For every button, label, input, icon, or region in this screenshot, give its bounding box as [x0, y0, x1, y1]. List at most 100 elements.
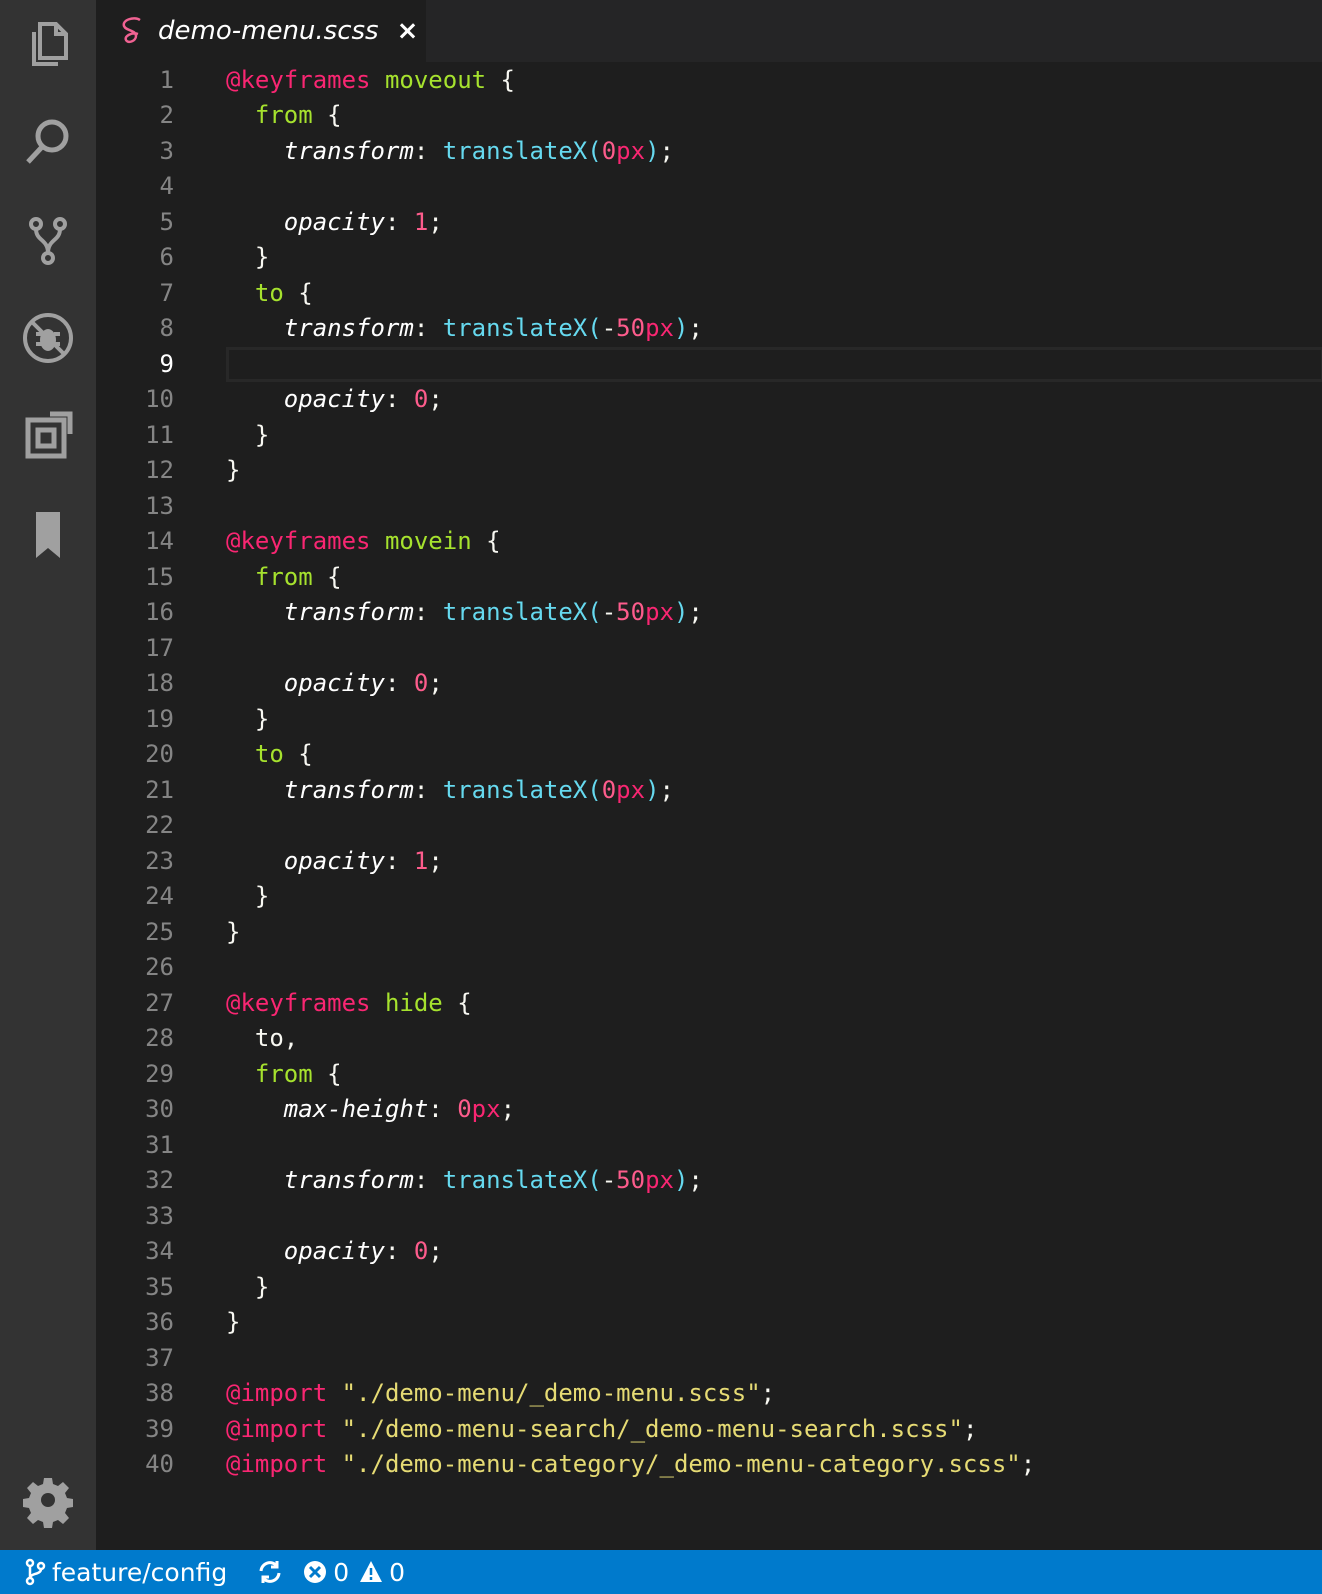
- code-line: @keyframes moveout {: [226, 63, 515, 99]
- code-token: opacity: [283, 669, 385, 697]
- code-token: transform: [283, 598, 414, 626]
- tab-title: demo-menu.scss: [158, 16, 379, 46]
- debug-icon[interactable]: [18, 308, 78, 368]
- code-token: @import: [226, 1379, 328, 1407]
- code-token: 0: [457, 1095, 472, 1123]
- line-number: 26: [145, 953, 174, 981]
- code-token: hide: [384, 988, 443, 1017]
- code-token: :: [413, 598, 443, 626]
- editor-tab[interactable]: demo-menu.scss ×: [96, 0, 426, 62]
- bookmark-icon[interactable]: [18, 504, 78, 564]
- line-number: 23: [145, 846, 174, 875]
- code-token: ;: [962, 1414, 978, 1443]
- code-line: }: [226, 418, 269, 454]
- code-token: :: [384, 385, 414, 413]
- source-control-icon[interactable]: [18, 210, 78, 270]
- line-number: 4: [159, 172, 174, 200]
- code-line: }: [226, 240, 269, 276]
- code-token: }: [226, 243, 270, 271]
- line-number: 21: [145, 775, 174, 804]
- code-token: to: [254, 278, 284, 307]
- gear-icon[interactable]: [18, 1470, 78, 1530]
- code-token: :: [384, 846, 414, 875]
- code-token: ;: [688, 598, 703, 626]
- code-token: to,: [226, 1024, 299, 1052]
- code-token: px: [471, 1095, 501, 1123]
- code-token: "./demo-menu-category/_demo-menu-categor…: [341, 1450, 1021, 1478]
- warning-icon: [360, 1561, 383, 1582]
- code-token: ;: [1020, 1450, 1036, 1478]
- code-token: translateX(: [442, 1166, 602, 1194]
- line-number: 22: [145, 811, 174, 839]
- files-icon[interactable]: [18, 14, 78, 74]
- code-token: ;: [428, 669, 443, 697]
- line-number: 14: [145, 527, 174, 555]
- code-token: @import: [226, 1414, 328, 1443]
- code-token: "./demo-menu/_demo-menu.scss": [341, 1379, 761, 1407]
- code-token: {: [283, 740, 313, 768]
- sync-icon[interactable]: [255, 1557, 285, 1587]
- code-token: "./demo-menu-search/_demo-menu-search.sc…: [341, 1414, 963, 1443]
- line-number: 17: [145, 633, 174, 662]
- line-number: 3: [159, 136, 174, 165]
- line-number: 39: [145, 1414, 174, 1443]
- code-token: ): [673, 1166, 689, 1194]
- code-token: translateX(: [442, 598, 602, 626]
- close-icon[interactable]: ×: [397, 18, 419, 44]
- code-token: 0: [601, 775, 617, 804]
- code-line: }: [226, 1305, 240, 1341]
- code-token: @keyframes: [226, 65, 371, 94]
- code-token: moveout: [384, 65, 487, 94]
- search-icon[interactable]: [18, 112, 78, 172]
- code-token: :: [384, 207, 414, 236]
- code-token: :: [413, 775, 443, 804]
- code-line: transform: translateX(-50px);: [226, 595, 703, 631]
- code-token: ): [645, 136, 660, 165]
- code-token: transform: [283, 775, 414, 804]
- code-token: -: [601, 1166, 617, 1194]
- code-line: transform: translateX(-50px);: [226, 311, 703, 347]
- code-editor[interactable]: 1 2 3 4 5 6 7 8 9 10 11 12 13 14 15 16 17 18 19 20 21 22 23 24 2…: [96, 62, 1322, 1550]
- code-token: 1: [413, 207, 429, 236]
- line-number: 33: [145, 1201, 174, 1230]
- code-token: from: [254, 562, 313, 591]
- line-number: 12: [145, 456, 174, 484]
- code-line: @import "./demo-menu-category/_demo-menu…: [226, 1447, 1035, 1483]
- code-token: :: [384, 669, 414, 697]
- line-number: 30: [145, 1095, 174, 1123]
- code-token: max-height: [283, 1095, 429, 1123]
- code-token: }: [226, 456, 241, 484]
- code-token: translateX(: [442, 314, 602, 342]
- code-token: {: [486, 65, 516, 94]
- problems-indicator[interactable]: 0 0: [303, 1558, 415, 1587]
- code-token: ;: [688, 314, 703, 342]
- code-token: {: [471, 527, 501, 555]
- code-token: px: [645, 1166, 674, 1194]
- code-token: ;: [659, 136, 674, 165]
- code-token: -: [601, 314, 617, 342]
- code-line: @import "./demo-menu/_demo-menu.scss";: [226, 1376, 775, 1412]
- code-line: @keyframes movein {: [226, 524, 501, 560]
- code-line: }: [226, 879, 269, 915]
- code-line: opacity: 1;: [226, 205, 443, 241]
- git-branch[interactable]: feature/config: [24, 1558, 227, 1587]
- code-token: ): [673, 314, 689, 342]
- code-token: {: [312, 562, 342, 591]
- code-token: {: [442, 988, 472, 1017]
- code-line: to,: [226, 1021, 298, 1057]
- code-line: from {: [226, 98, 342, 134]
- extensions-icon[interactable]: [18, 406, 78, 466]
- code-token: ): [645, 775, 660, 804]
- code-token: }: [226, 1308, 241, 1336]
- code-token: }: [226, 917, 241, 946]
